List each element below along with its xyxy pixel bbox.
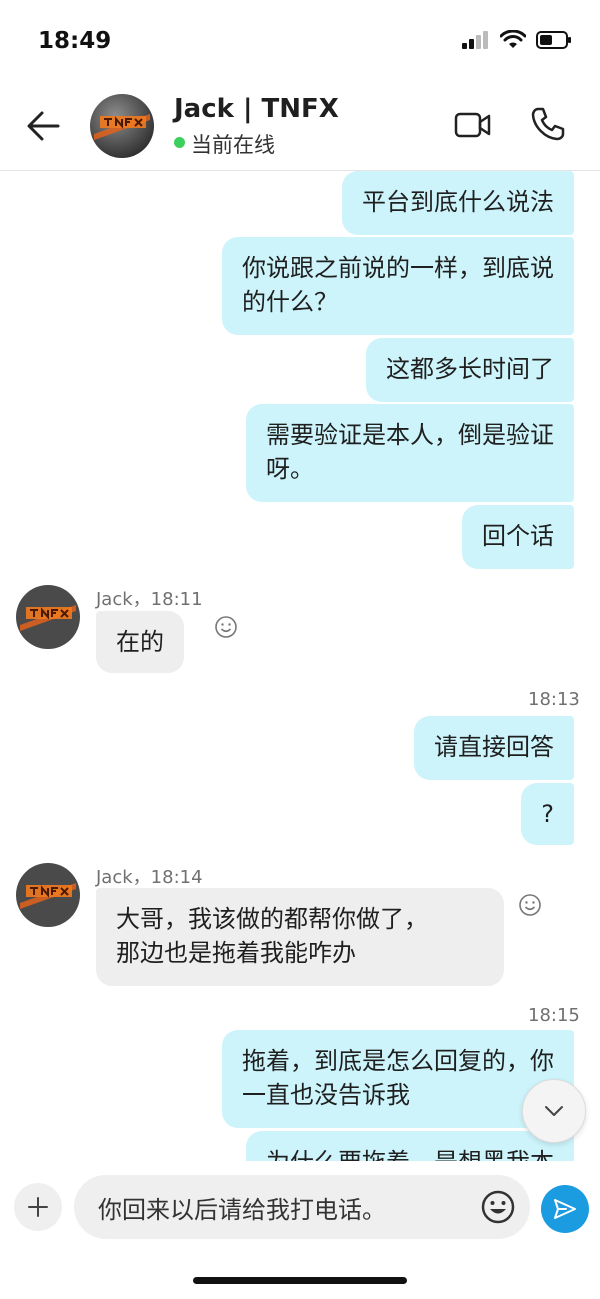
video-camera-icon bbox=[454, 112, 491, 138]
outgoing-message[interactable]: 这都多长时间了 bbox=[366, 338, 574, 402]
smiley-icon[interactable] bbox=[214, 615, 238, 639]
status-time: 18:49 bbox=[38, 28, 112, 54]
message-text: 大哥，我该做的都帮你做了， bbox=[116, 905, 428, 933]
wifi-icon bbox=[500, 30, 526, 48]
timestamp: 18:15 bbox=[528, 1005, 580, 1026]
tnfx-logo bbox=[90, 94, 154, 158]
video-call-button[interactable] bbox=[454, 110, 492, 140]
message-text: 请直接回答 bbox=[434, 733, 554, 761]
message-text: 的什么？ bbox=[242, 288, 338, 316]
smiley-icon[interactable] bbox=[518, 893, 542, 917]
outgoing-message[interactable]: 你说跟之前说的一样，到底说 的什么？ bbox=[222, 237, 574, 335]
home-indicator bbox=[193, 1277, 407, 1284]
tnfx-logo bbox=[16, 585, 80, 649]
chevron-down-icon bbox=[545, 1106, 563, 1116]
plus-icon bbox=[28, 1197, 48, 1217]
emoji-button[interactable] bbox=[480, 1189, 516, 1225]
incoming-message[interactable]: 在的 bbox=[96, 611, 184, 673]
presence-status: 当前在线 bbox=[191, 133, 275, 157]
outgoing-message[interactable]: 回个话 bbox=[462, 505, 574, 569]
message-text: 需要验证是本人，倒是验证 bbox=[266, 421, 554, 449]
message-text: 平台到底什么说法 bbox=[362, 188, 554, 216]
status-icons bbox=[462, 30, 572, 50]
online-indicator bbox=[174, 137, 185, 148]
tnfx-logo bbox=[16, 863, 80, 927]
outgoing-message[interactable]: ? bbox=[521, 783, 574, 845]
send-button[interactable] bbox=[541, 1185, 589, 1233]
message-sender-time: Jack，18:11 bbox=[96, 589, 203, 610]
message-text: 为什么要拖着，是想黑我本 bbox=[266, 1148, 554, 1161]
send-icon bbox=[554, 1199, 576, 1219]
signal-icon bbox=[462, 31, 488, 49]
message-text: 回个话 bbox=[482, 522, 554, 550]
scroll-to-bottom-button[interactable] bbox=[522, 1079, 586, 1143]
timestamp: 18:13 bbox=[528, 689, 580, 710]
contact-avatar[interactable] bbox=[90, 94, 154, 158]
message-text: 一直也没告诉我 bbox=[242, 1081, 410, 1109]
message-text: ? bbox=[541, 800, 554, 828]
chat-header: Jack | TNFX 当前在线 bbox=[0, 80, 600, 171]
emoji-icon bbox=[481, 1190, 515, 1224]
message-input-value: 你回来以后请给我打电话。 bbox=[98, 1196, 386, 1224]
back-button[interactable] bbox=[24, 106, 64, 146]
message-list[interactable]: 平台到底什么说法 你说跟之前说的一样，到底说 的什么？ 这都多长时间了 需要验证… bbox=[0, 171, 600, 1161]
message-text: 你说跟之前说的一样，到底说 bbox=[242, 254, 554, 282]
message-sender-time: Jack，18:14 bbox=[96, 867, 203, 888]
message-text: 在的 bbox=[116, 628, 164, 656]
message-text: 呀。 bbox=[266, 455, 314, 483]
message-text: 那边也是拖着我能咋办 bbox=[116, 939, 356, 967]
voice-call-button[interactable] bbox=[530, 106, 566, 142]
message-input[interactable]: 你回来以后请给我打电话。 bbox=[74, 1175, 530, 1239]
outgoing-message[interactable]: 请直接回答 bbox=[414, 716, 574, 780]
message-text: 拖着，到底是怎么回复的，你 bbox=[242, 1047, 554, 1075]
outgoing-message[interactable]: 为什么要拖着，是想黑我本 bbox=[246, 1131, 574, 1161]
battery-icon bbox=[536, 31, 571, 49]
sender-avatar[interactable] bbox=[16, 863, 80, 927]
incoming-message[interactable]: 大哥，我该做的都帮你做了， 那边也是拖着我能咋办 bbox=[96, 888, 504, 986]
phone-icon bbox=[531, 107, 565, 141]
contact-name: Jack | TNFX bbox=[174, 94, 339, 124]
message-text: 这都多长时间了 bbox=[386, 355, 554, 383]
attach-button[interactable] bbox=[14, 1183, 62, 1231]
sender-avatar[interactable] bbox=[16, 585, 80, 649]
arrow-left-icon bbox=[27, 111, 60, 141]
outgoing-message[interactable]: 平台到底什么说法 bbox=[342, 171, 574, 235]
outgoing-message[interactable]: 需要验证是本人，倒是验证 呀。 bbox=[246, 404, 574, 502]
